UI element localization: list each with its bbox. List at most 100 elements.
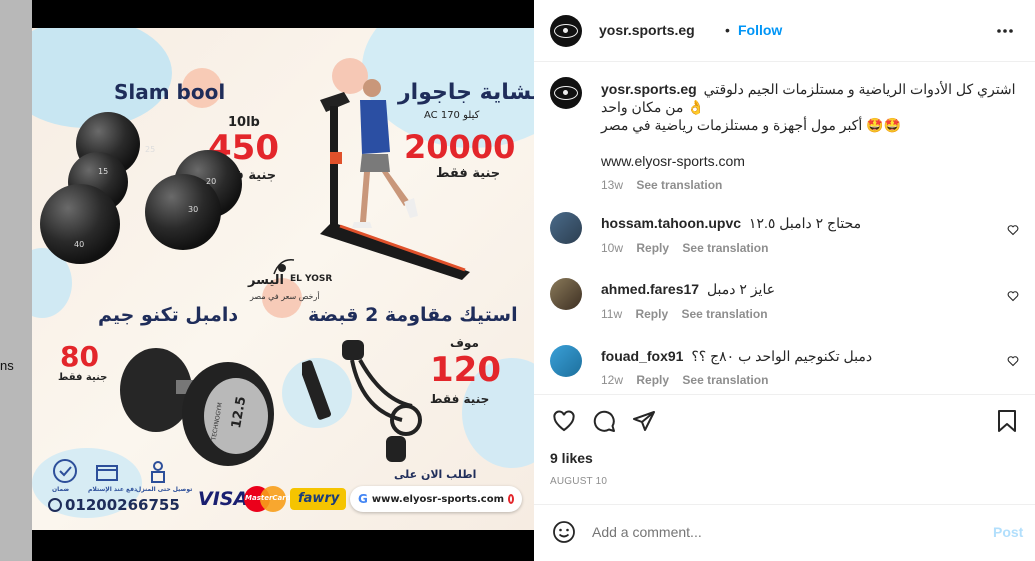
dumbbell-price: 80 bbox=[60, 340, 99, 373]
band-prefix: موف bbox=[450, 336, 479, 350]
account-avatar[interactable] bbox=[550, 15, 582, 47]
dumbbell-currency: جنية فقط bbox=[58, 372, 108, 383]
cursor-click-icon bbox=[508, 494, 514, 504]
phone-number-text: 01200266755 bbox=[65, 496, 180, 514]
comment-time[interactable]: 12w bbox=[601, 373, 623, 387]
account-logo-icon bbox=[554, 24, 578, 38]
actions-divider bbox=[534, 394, 1035, 395]
comment-text: عايز ٢ دمبل bbox=[706, 281, 776, 297]
dumbbell-title: دامبل تكنو جيم bbox=[98, 304, 239, 326]
post-details: yosr.sports.eg • Follow yosr.sports.eg ا… bbox=[534, 0, 1035, 561]
comment-meta: 11w Reply See translation bbox=[601, 307, 768, 321]
comment-see-translation[interactable]: See translation bbox=[682, 373, 768, 387]
post-comment-button[interactable]: Post bbox=[993, 524, 1023, 540]
emoji-icon[interactable] bbox=[552, 520, 576, 544]
comment-text: دمبل تكنوجيم الواحد ب ٨٠ج ؟؟ bbox=[691, 348, 873, 364]
slam-ball-label: 30 bbox=[188, 205, 198, 214]
website-text: www.elyosr-sports.com bbox=[371, 493, 505, 505]
comment-like-icon[interactable] bbox=[1007, 355, 1019, 367]
comment-meta: 12w Reply See translation bbox=[601, 373, 768, 387]
delivery-label: توصيل حتى المنزل bbox=[136, 486, 193, 493]
caption-link: www.elyosr-sports.com bbox=[601, 153, 745, 169]
caption-text-1: اشتري كل الأدوات الرياضية و مستلزمات الج… bbox=[703, 81, 1016, 97]
comment-input[interactable] bbox=[592, 521, 972, 543]
header-divider bbox=[534, 61, 1035, 62]
caption-block: yosr.sports.eg اشتري كل الأدوات الرياضية… bbox=[601, 80, 1016, 194]
warranty-badge-icon bbox=[53, 459, 77, 483]
caption-text-2: من مكان واحد 👌 bbox=[601, 99, 705, 115]
comment-like-icon[interactable] bbox=[1007, 224, 1019, 236]
caption-line-1: yosr.sports.eg اشتري كل الأدوات الرياضية… bbox=[601, 80, 1016, 98]
save-bookmark-icon[interactable] bbox=[996, 409, 1018, 433]
comment-username[interactable]: ahmed.fares17 bbox=[601, 281, 699, 297]
slam-ball-label: 40 bbox=[74, 240, 84, 249]
ad-image: Slam bool 10lb 450 جنية فقط 25 15 20 30 bbox=[32, 28, 534, 530]
mastercard-text: MasterCard bbox=[245, 494, 291, 502]
mastercard-logo: MasterCard bbox=[244, 486, 291, 512]
brand-tagline: أرخص سعر في مصر bbox=[250, 292, 320, 301]
fawry-text: fawry bbox=[298, 491, 340, 506]
caption-avatar[interactable] bbox=[550, 77, 582, 109]
slam-ball-label: 20 bbox=[206, 177, 216, 186]
comment-see-translation[interactable]: See translation bbox=[682, 307, 768, 321]
comment-see-translation[interactable]: See translation bbox=[682, 241, 768, 255]
background-text-fragment: ns bbox=[0, 358, 14, 373]
header-separator: • bbox=[725, 22, 730, 38]
slam-ball-label: 15 bbox=[98, 167, 108, 176]
comment-input-divider bbox=[534, 504, 1035, 505]
payment-on-delivery-icon bbox=[96, 465, 118, 481]
caption-meta: 13w See translation bbox=[601, 176, 1011, 194]
follow-button[interactable]: Follow bbox=[738, 22, 782, 38]
band-title: استيك مقاومة 2 قبضة bbox=[308, 304, 518, 326]
caption-text-3: أكبر مول أجهزة و مستلزمات رياضية في مصر … bbox=[601, 117, 902, 133]
comment-reply-button[interactable]: Reply bbox=[636, 241, 669, 255]
visa-logo: VISA bbox=[198, 488, 249, 510]
comment-meta: 10w Reply See translation bbox=[601, 241, 768, 255]
comment-text: محتاج ٢ دامبل ١٢.٥ bbox=[748, 215, 862, 231]
comment-item: hossam.tahoon.upvc محتاج ٢ دامبل ١٢.٥ 10… bbox=[534, 212, 1035, 262]
brand-name-en: EL YOSR bbox=[290, 274, 333, 284]
more-options-icon[interactable] bbox=[996, 24, 1014, 38]
likes-count[interactable]: 9 likes bbox=[550, 450, 593, 466]
comment-time[interactable]: 11w bbox=[601, 307, 622, 321]
order-now-label: اطلب الان على bbox=[394, 468, 477, 481]
payment-label: دفع عند الإستلام bbox=[88, 486, 138, 493]
post-date[interactable]: AUGUST 10 bbox=[550, 476, 607, 487]
comment-username[interactable]: hossam.tahoon.upvc bbox=[601, 215, 741, 231]
band-currency: جنية فقط bbox=[430, 392, 490, 406]
like-icon[interactable] bbox=[552, 409, 576, 433]
share-icon[interactable] bbox=[632, 409, 656, 433]
phone-number: 01200266755 bbox=[48, 496, 180, 514]
comment-reply-button[interactable]: Reply bbox=[636, 373, 669, 387]
warranty-label: ضمان bbox=[52, 486, 70, 493]
comment-like-icon[interactable] bbox=[1007, 290, 1019, 302]
website-pill: G www.elyosr-sports.com bbox=[350, 486, 522, 512]
post-modal: Slam bool 10lb 450 جنية فقط 25 15 20 30 bbox=[32, 0, 1035, 561]
caption-logo-icon bbox=[554, 86, 578, 100]
comment-item: ahmed.fares17 عايز ٢ دمبل 11w Reply See … bbox=[534, 278, 1035, 328]
slam-title: Slam bool bbox=[114, 80, 226, 104]
whatsapp-icon bbox=[48, 498, 62, 512]
resistance-band-image bbox=[302, 340, 422, 462]
caption-see-translation[interactable]: See translation bbox=[636, 178, 722, 192]
band-price: 120 bbox=[430, 350, 501, 390]
home-delivery-icon bbox=[151, 461, 165, 483]
dumbbell-image: 12.5 TECHNOGYM bbox=[120, 348, 274, 466]
comment-avatar[interactable] bbox=[550, 278, 582, 310]
comment-avatar[interactable] bbox=[550, 212, 582, 244]
treadmill-image bbox=[320, 79, 470, 280]
comment-icon[interactable] bbox=[592, 409, 616, 433]
post-header: yosr.sports.eg • Follow bbox=[534, 0, 1035, 62]
comment-avatar[interactable] bbox=[550, 345, 582, 377]
post-media[interactable]: Slam bool 10lb 450 جنية فقط 25 15 20 30 bbox=[32, 0, 534, 561]
google-logo: G bbox=[358, 492, 368, 506]
slam-balls-image: 25 15 20 30 40 bbox=[40, 112, 242, 264]
comment-item: fouad_fox91 دمبل تكنوجيم الواحد ب ٨٠ج ؟؟… bbox=[534, 345, 1035, 395]
caption-time[interactable]: 13w bbox=[601, 178, 623, 192]
fawry-logo: fawry bbox=[290, 488, 346, 510]
header-username[interactable]: yosr.sports.eg bbox=[599, 22, 695, 38]
comment-time[interactable]: 10w bbox=[601, 241, 623, 255]
caption-username[interactable]: yosr.sports.eg bbox=[601, 81, 697, 97]
comment-reply-button[interactable]: Reply bbox=[635, 307, 668, 321]
comment-username[interactable]: fouad_fox91 bbox=[601, 348, 683, 364]
